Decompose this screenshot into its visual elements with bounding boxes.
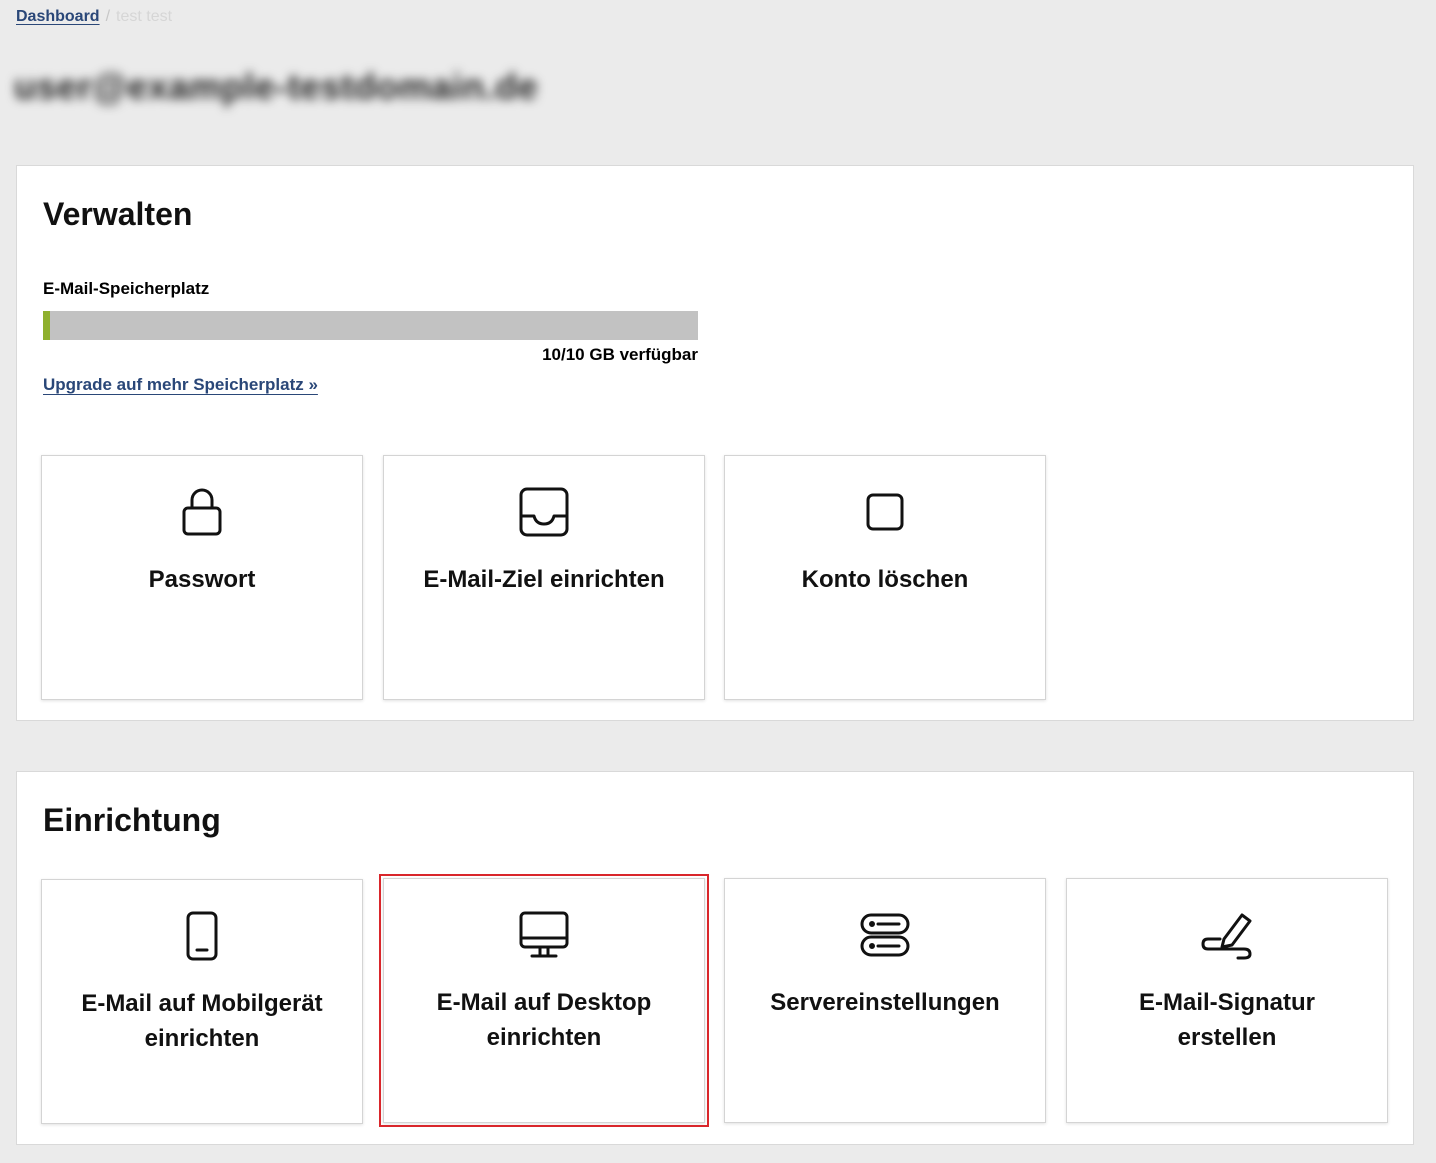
breadcrumb-separator: /	[105, 8, 111, 25]
inbox-tray-icon	[516, 484, 572, 540]
storage-progress-fill	[43, 311, 50, 340]
lock-icon	[174, 484, 230, 540]
upgrade-storage-link[interactable]: Upgrade auf mehr Speicherplatz »	[43, 375, 318, 395]
email-target-tile[interactable]: E-Mail-Ziel einrichten	[383, 455, 705, 700]
desktop-setup-tile-label: E-Mail auf Desktop einrichten	[436, 989, 652, 1051]
storage-label: E-Mail-Speicherplatz	[43, 279, 210, 298]
square-icon	[857, 484, 913, 540]
smartphone-icon	[174, 908, 230, 964]
breadcrumb-dashboard-link[interactable]: Dashboard	[16, 8, 100, 26]
mobile-setup-tile[interactable]: E-Mail auf Mobilgerät einrichten	[41, 879, 363, 1124]
server-settings-tile[interactable]: Servereinstellungen	[724, 878, 1046, 1123]
password-tile[interactable]: Passwort	[41, 455, 363, 700]
storage-available-text: 10/10 GB verfügbar	[542, 345, 698, 364]
delete-account-tile[interactable]: Konto löschen	[724, 455, 1046, 700]
breadcrumb-current: test test	[116, 8, 173, 25]
breadcrumb: Dashboard / test test	[16, 8, 172, 26]
manage-panel: Verwalten E-Mail-Speicherplatz 10/10 GB …	[16, 165, 1414, 721]
email-target-tile-label: E-Mail-Ziel einrichten	[423, 566, 665, 593]
signature-tile[interactable]: E-Mail-Signatur erstellen	[1066, 878, 1388, 1123]
mobile-setup-tile-label: E-Mail auf Mobilgerät einrichten	[81, 990, 323, 1052]
signature-tile-label: E-Mail-Signatur erstellen	[1138, 989, 1315, 1051]
signature-pen-icon	[1199, 907, 1255, 963]
password-tile-label: Passwort	[148, 566, 256, 593]
server-icon	[857, 907, 913, 963]
desktop-setup-tile[interactable]: E-Mail auf Desktop einrichten	[379, 874, 709, 1127]
storage-progress-bar	[43, 311, 698, 340]
server-settings-tile-label: Servereinstellungen	[770, 989, 1000, 1016]
account-email-title: user@example-testdomain.de	[14, 66, 539, 107]
desktop-monitor-icon	[516, 907, 572, 963]
delete-account-tile-label: Konto löschen	[801, 566, 969, 593]
setup-panel: Einrichtung E-Mail auf Mobilgerät einric…	[16, 771, 1414, 1145]
setup-section-title: Einrichtung	[43, 802, 221, 838]
manage-section-title: Verwalten	[43, 196, 193, 232]
